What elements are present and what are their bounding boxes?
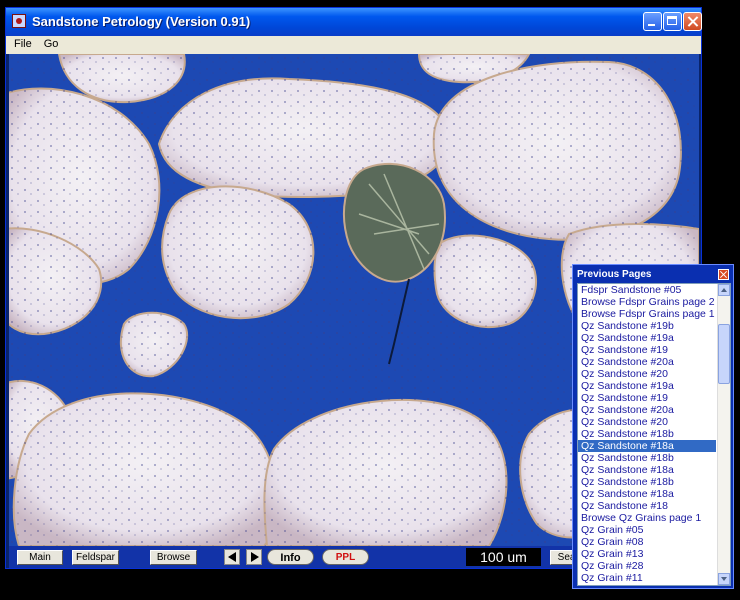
scroll-thumb[interactable] (718, 324, 730, 384)
list-item[interactable]: Qz Sandstone #18b (578, 428, 716, 440)
list-item[interactable]: Qz Sandstone #20a (578, 404, 716, 416)
scroll-up-icon[interactable] (718, 284, 730, 296)
menu-file[interactable]: File (6, 36, 36, 50)
scroll-down-icon[interactable] (718, 573, 730, 585)
close-button[interactable] (683, 12, 702, 31)
ppl-button[interactable]: PPL (322, 549, 369, 565)
scale-bar-label: 100 um (466, 548, 541, 566)
list-item[interactable]: Qz Grain #08 (578, 536, 716, 548)
list-item[interactable]: Qz Sandstone #19b (578, 320, 716, 332)
maximize-button[interactable] (663, 12, 682, 31)
info-button[interactable]: Info (267, 549, 314, 565)
forward-arrow-icon[interactable] (246, 549, 262, 565)
list-item[interactable]: Qz Grain #11 (578, 572, 716, 584)
list-item[interactable]: Qz Sandstone #18b (578, 452, 716, 464)
main-button[interactable]: Main (17, 550, 63, 565)
list-item[interactable]: Qz Grain #28 (578, 560, 716, 572)
previous-pages-window: Previous Pages Fdspr Sandstone #05 Browse… (572, 264, 734, 589)
list-item[interactable]: Qz Sandstone #19a (578, 380, 716, 392)
feldspar-button[interactable]: Feldspar (72, 550, 119, 565)
previous-pages-list[interactable]: Fdspr Sandstone #05 Browse Fdspr Grains p… (577, 283, 731, 586)
list-item[interactable]: Qz Sandstone #20 (578, 416, 716, 428)
title-bar[interactable]: Sandstone Petrology (Version 0.91) (6, 8, 702, 36)
browse-button[interactable]: Browse (150, 550, 197, 565)
list-item[interactable]: Qz Sandstone #19a (578, 332, 716, 344)
list-items: Fdspr Sandstone #05 Browse Fdspr Grains p… (578, 284, 716, 584)
list-item[interactable]: Qz Sandstone #19 (578, 392, 716, 404)
menu-go[interactable]: Go (36, 36, 63, 50)
list-item[interactable]: Qz Sandstone #20a (578, 356, 716, 368)
menu-bar: File Go (6, 36, 701, 54)
list-item[interactable]: Browse Fdspr Grains page 2 (578, 296, 716, 308)
list-item[interactable]: Qz Sandstone #18 (578, 500, 716, 512)
list-item[interactable]: Qz Grain #05 (578, 524, 716, 536)
list-item[interactable]: Qz Sandstone #18a (578, 488, 716, 500)
list-item[interactable]: Qz Sandstone #18a (578, 464, 716, 476)
minimize-button[interactable] (643, 12, 662, 31)
list-item[interactable]: Qz Sandstone #18b (578, 476, 716, 488)
window-title: Sandstone Petrology (Version 0.91) (32, 14, 251, 29)
previous-pages-title: Previous Pages (577, 269, 652, 280)
close-icon[interactable] (718, 269, 729, 280)
list-item[interactable]: Qz Grain #13 (578, 548, 716, 560)
list-item[interactable]: Fdspr Sandstone #05 (578, 284, 716, 296)
list-item[interactable]: Qz Sandstone #20 (578, 368, 716, 380)
list-item[interactable]: Browse Qz Grains page 1 (578, 512, 716, 524)
list-item[interactable]: Qz Sandstone #18a (578, 440, 716, 452)
list-item[interactable]: Browse Fdspr Grains page 1 (578, 308, 716, 320)
app-icon (12, 14, 26, 28)
back-arrow-icon[interactable] (224, 549, 240, 565)
scrollbar[interactable] (717, 284, 730, 585)
list-item[interactable]: Qz Sandstone #19 (578, 344, 716, 356)
